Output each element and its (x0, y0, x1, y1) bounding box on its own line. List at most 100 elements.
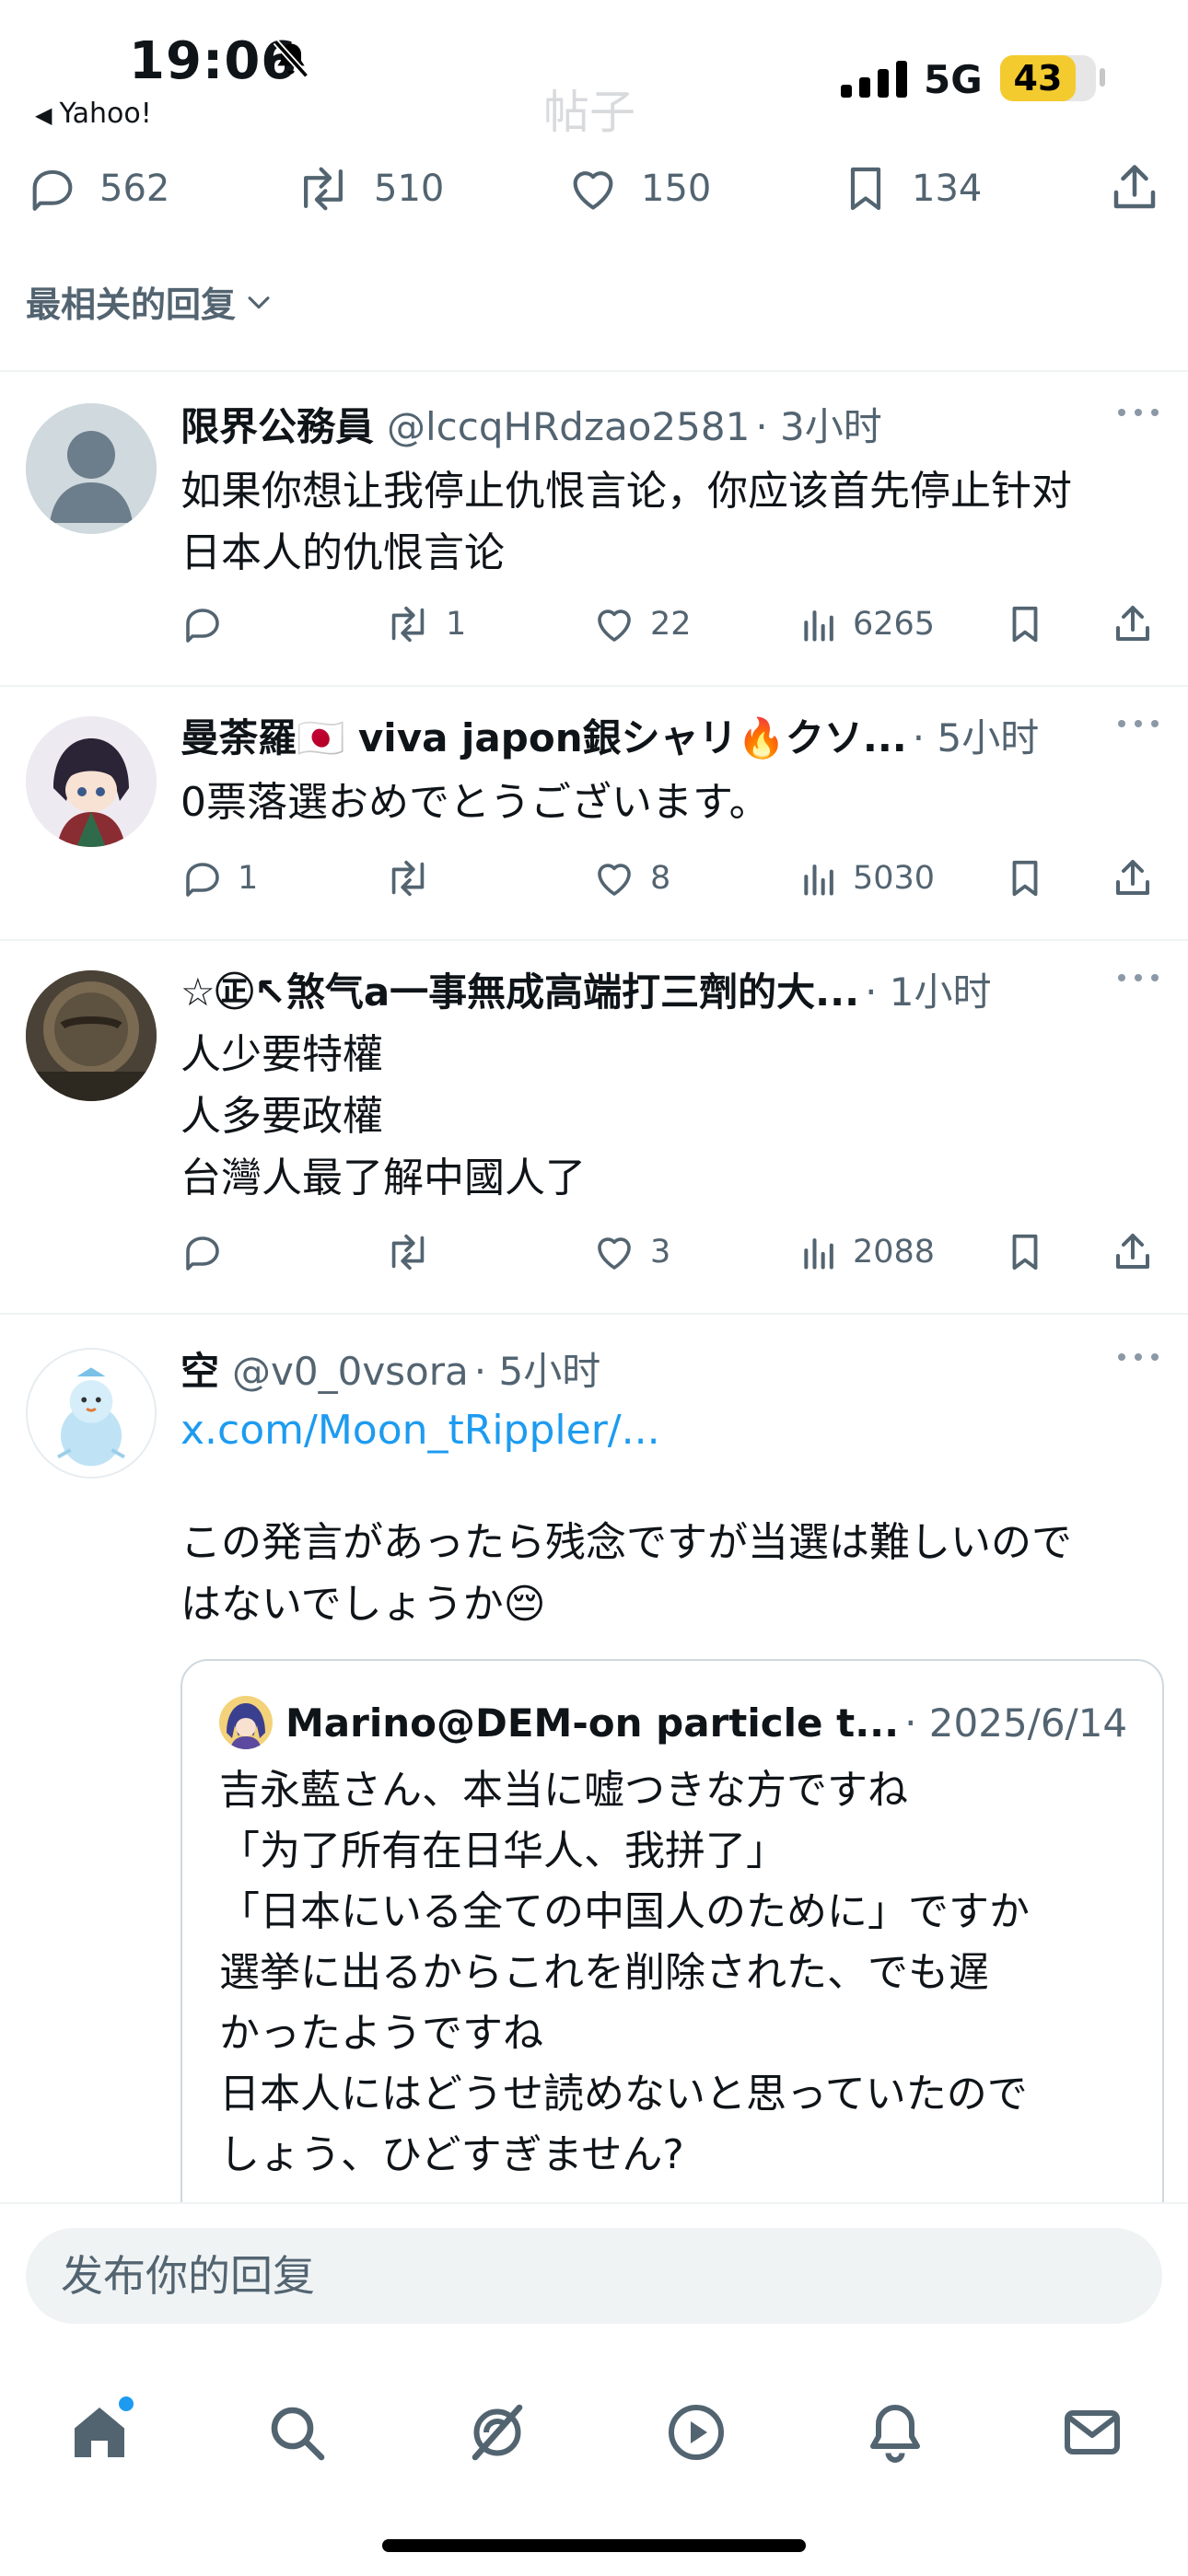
bookmark-button[interactable] (1004, 851, 1059, 906)
repost-icon (391, 860, 425, 897)
views-button[interactable]: 2088 (799, 1224, 935, 1280)
repost-button[interactable] (383, 1224, 446, 1280)
avatar[interactable] (26, 716, 157, 847)
reply-item[interactable]: ☆㊣↖煞气a一事無成高端打三劑的大... · 1小时 人少要特權 人多要政權 台… (0, 941, 1188, 1313)
view-count: 5030 (853, 860, 936, 897)
bookmark-button[interactable] (1004, 1224, 1059, 1280)
like-button[interactable]: 22 (591, 597, 692, 652)
reply-header: 空 @v0_0vsora · 5小时 (181, 1340, 600, 1397)
bookmark-icon (1012, 1234, 1038, 1271)
display-name[interactable]: 空 (181, 1340, 219, 1397)
views-button[interactable]: 6265 (799, 597, 935, 652)
tab-notifications[interactable] (862, 2399, 928, 2466)
views-chart-icon (804, 864, 833, 896)
reply-action-bar: 1 8 5030 (181, 851, 1157, 906)
reply-sort-dropdown[interactable]: 最相关的回复 (26, 276, 274, 327)
like-button[interactable]: 8 (591, 851, 670, 906)
repost-button[interactable]: 510 (293, 157, 444, 221)
reply-button[interactable] (181, 597, 238, 652)
more-options-button[interactable] (1116, 969, 1160, 987)
reply-item[interactable]: 曼荼羅🇯🇵 viva japon銀シャリ🔥クソ... · 5小时 0票落選おめで… (0, 687, 1188, 939)
reply-time: · 5小时 (473, 1349, 601, 1394)
back-triangle-icon: ◀ (35, 102, 52, 128)
reply-button[interactable]: 1 (181, 851, 258, 906)
reply-icon (186, 1236, 219, 1271)
share-icon (1116, 1234, 1149, 1269)
tab-search[interactable] (263, 2399, 330, 2466)
search-icon (271, 2407, 325, 2461)
avatar[interactable] (26, 1348, 157, 1479)
tab-grok[interactable] (464, 2399, 530, 2466)
repost-button[interactable] (383, 851, 446, 906)
share-button[interactable] (1111, 851, 1168, 906)
reply-button[interactable] (181, 1224, 238, 1280)
bookmark-icon (850, 167, 881, 211)
like-button[interactable]: 150 (565, 157, 711, 221)
views-chart-icon (804, 1238, 833, 1270)
like-count: 3 (650, 1234, 671, 1271)
bookmark-button[interactable]: 134 (840, 157, 982, 221)
more-icon (1118, 1353, 1159, 1361)
tab-video[interactable] (663, 2399, 729, 2466)
view-count: 6265 (853, 606, 936, 643)
display-name[interactable]: 曼荼羅🇯🇵 viva japon銀シャリ🔥クソ... (181, 707, 907, 763)
share-button[interactable] (1107, 160, 1162, 215)
page-title-blurred: 帖子 (543, 86, 635, 139)
bookmark-button[interactable] (1004, 597, 1059, 652)
notification-dot (116, 2394, 136, 2414)
avatar[interactable] (219, 1696, 273, 1749)
heart-icon (598, 864, 631, 896)
reply-header: 限界公務員 @lccqHRdzao2581 · 3小时 (181, 396, 882, 452)
reply-time: · 1小时 (865, 969, 992, 1015)
reply-icon (186, 863, 219, 897)
battery-cap (1100, 68, 1105, 87)
reply-compose-input[interactable]: 发布你的回复 (26, 2228, 1162, 2324)
quoted-post-header: Marino@DEM-on particle t... · 2025/6/14 (219, 1696, 1127, 1749)
bookmark-count: 134 (912, 168, 983, 210)
more-options-button[interactable] (1116, 1348, 1160, 1366)
reply-time: · 3小时 (755, 404, 882, 449)
reply-icon (186, 609, 219, 643)
user-handle[interactable]: @lccqHRdzao2581 (387, 404, 750, 449)
quoted-time: · 2025/6/14 (904, 1700, 1128, 1746)
bottom-bar: 发布你的回复 (0, 2202, 1188, 2576)
views-button[interactable]: 5030 (799, 851, 935, 906)
tab-messages[interactable] (1059, 2399, 1125, 2466)
avatar[interactable] (26, 403, 157, 534)
reply-header: 曼荼羅🇯🇵 viva japon銀シャリ🔥クソ... · 5小时 (181, 707, 1039, 763)
like-count: 22 (650, 606, 692, 643)
reply-button[interactable]: 562 (26, 157, 169, 221)
avatar[interactable] (26, 970, 157, 1101)
share-icon (1113, 165, 1156, 209)
more-icon (1118, 409, 1159, 416)
user-handle[interactable]: @v0_0vsora (232, 1349, 469, 1394)
repost-icon (304, 167, 343, 211)
battery-level: 43 (1000, 55, 1076, 101)
video-icon (669, 2405, 724, 2460)
grok-icon (472, 2404, 523, 2461)
messages-icon (1065, 2410, 1120, 2454)
quoted-post[interactable]: Marino@DEM-on particle t... · 2025/6/14 … (181, 1659, 1164, 2252)
reply-time: · 5小时 (912, 715, 1040, 760)
chevron-down-icon (248, 296, 270, 308)
more-options-button[interactable] (1116, 714, 1160, 733)
like-button[interactable]: 3 (591, 1224, 670, 1280)
display-name[interactable]: 限界公務員 (181, 396, 374, 452)
display-name[interactable]: ☆㊣↖煞气a一事無成高端打三劑的大... (181, 961, 859, 1017)
more-options-button[interactable] (1116, 403, 1160, 422)
repost-icon (391, 606, 425, 643)
repost-count: 1 (446, 606, 467, 643)
home-indicator[interactable] (382, 2539, 806, 2552)
cellular-signal-icon (841, 61, 909, 98)
reply-link[interactable]: x.com/Moon_tRippler/... (181, 1399, 1157, 1461)
heart-icon (598, 609, 631, 642)
back-to-app-link[interactable]: ◀ Yahoo! (35, 98, 152, 130)
reply-item[interactable]: 限界公務員 @lccqHRdzao2581 · 3小时 如果你想让我停止仇恨言论… (0, 372, 1188, 685)
share-button[interactable] (1111, 597, 1168, 652)
repost-icon (391, 1234, 425, 1271)
quoted-display-name[interactable]: Marino@DEM-on particle t... (285, 1700, 899, 1746)
share-icon (1116, 860, 1149, 895)
share-button[interactable] (1111, 1224, 1168, 1280)
reply-count: 562 (99, 168, 170, 210)
repost-button[interactable]: 1 (383, 597, 466, 652)
